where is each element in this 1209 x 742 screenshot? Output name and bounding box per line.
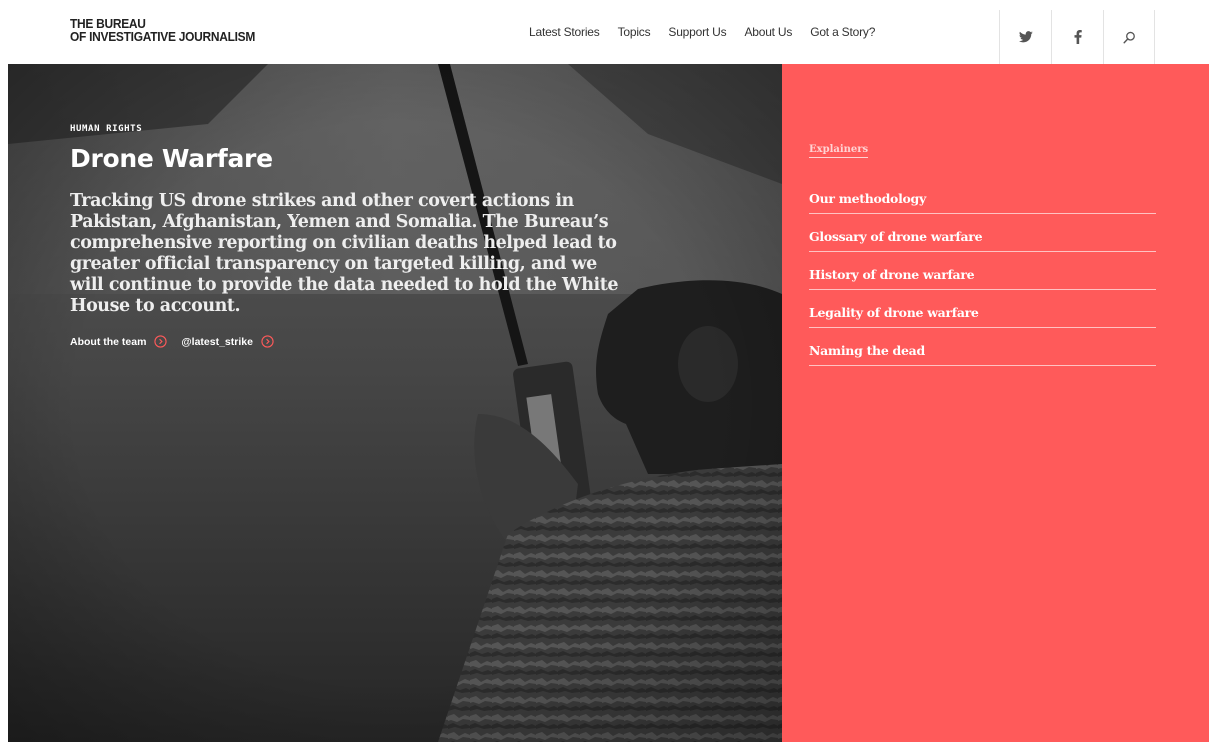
explainer-naming-the-dead[interactable]: Naming the dead (809, 328, 1156, 366)
explainer-our-methodology[interactable]: Our methodology (809, 176, 1156, 214)
hero-title: Drone Warfare (70, 144, 273, 173)
twitter-button[interactable] (999, 10, 1051, 64)
category-label[interactable]: HUMAN RIGHTS (70, 124, 630, 134)
hero-section: HUMAN RIGHTS Drone Warfare Tracking US d… (8, 64, 782, 742)
explainer-list: Our methodology Glossary of drone warfar… (809, 176, 1156, 366)
main-nav: Latest Stories Topics Support Us About U… (520, 0, 884, 64)
explainer-history[interactable]: History of drone warfare (809, 252, 1156, 290)
site-header: THE BUREAU OF INVESTIGATIVE JOURNALISM L… (0, 0, 1209, 64)
latest-strike-link[interactable]: @latest_strike (181, 335, 274, 348)
logo-line-2: OF INVESTIGATIVE JOURNALISM (70, 29, 256, 44)
facebook-icon (1074, 30, 1082, 44)
arrow-circle-icon (261, 335, 274, 348)
explainers-sidebar: Explainers Our methodology Glossary of d… (782, 64, 1209, 742)
arrow-circle-icon (154, 335, 168, 348)
nav-got-a-story[interactable]: Got a Story? (810, 25, 875, 39)
header-icon-group (999, 10, 1155, 64)
nav-about-us[interactable]: About Us (744, 25, 792, 39)
hero-content: HUMAN RIGHTS Drone Warfare Tracking US d… (70, 124, 630, 348)
nav-topics[interactable]: Topics (618, 25, 651, 39)
twitter-icon (1018, 31, 1033, 43)
search-icon (1122, 31, 1135, 43)
nav-support-us[interactable]: Support Us (668, 25, 726, 39)
about-the-team-link[interactable]: About the team (70, 335, 168, 348)
search-button[interactable] (1103, 10, 1155, 64)
about-the-team-label: About the team (70, 335, 147, 348)
hero-links: About the team @latest_strike (70, 335, 630, 348)
latest-strike-label: @latest_strike (181, 335, 253, 348)
facebook-button[interactable] (1051, 10, 1103, 64)
hero-description: Tracking US drone strikes and other cove… (70, 191, 619, 316)
site-logo[interactable]: THE BUREAU OF INVESTIGATIVE JOURNALISM (70, 17, 255, 43)
explainer-legality[interactable]: Legality of drone warfare (809, 290, 1156, 328)
explainer-glossary[interactable]: Glossary of drone warfare (809, 214, 1156, 252)
nav-latest-stories[interactable]: Latest Stories (529, 25, 600, 39)
explainers-heading[interactable]: Explainers (809, 144, 869, 158)
